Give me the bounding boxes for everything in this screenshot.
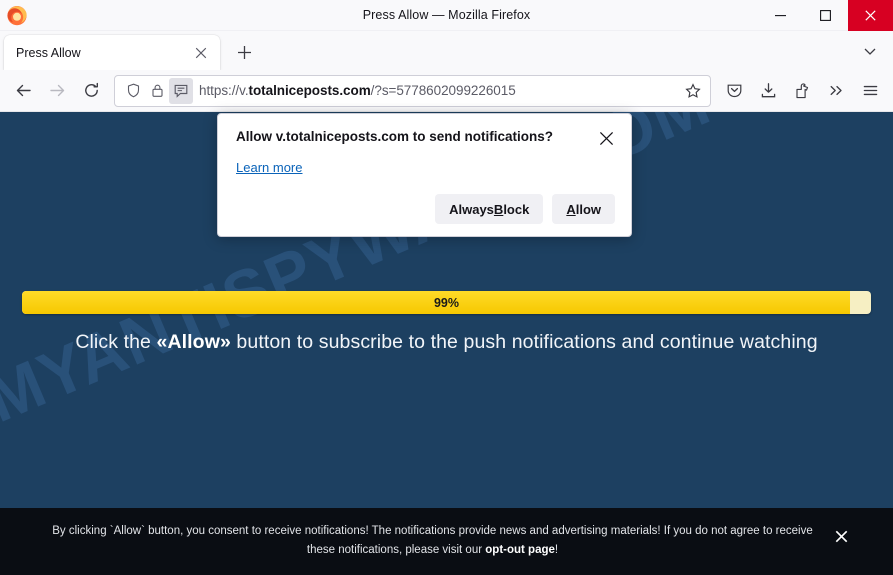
forward-icon[interactable]: [40, 75, 74, 107]
titlebar: Press Allow — Mozilla Firefox: [0, 0, 893, 31]
tab-title: Press Allow: [16, 45, 81, 60]
new-tab-icon[interactable]: [228, 36, 260, 68]
popup-actions: Always Block Allow: [236, 194, 615, 224]
popup-title: Allow v.totalniceposts.com to send notif…: [236, 129, 554, 144]
always-block-accesskey: B: [493, 201, 504, 217]
pocket-icon[interactable]: [717, 75, 751, 107]
allow-accesskey: A: [566, 201, 576, 217]
app-menu-icon[interactable]: [853, 75, 887, 107]
url-text[interactable]: https://v.totalniceposts.com/?s=57786020…: [193, 83, 680, 98]
url-bar[interactable]: https://v.totalniceposts.com/?s=57786020…: [114, 74, 711, 107]
progress-bar: 99%: [22, 291, 871, 314]
headline-before: Click the: [75, 331, 157, 353]
overflow-chevrons-icon[interactable]: [819, 75, 853, 107]
progress-percent-label: 99%: [433, 295, 460, 310]
account-icon[interactable]: [785, 75, 819, 107]
consent-text-part1: By clicking `Allow` button, you consent …: [52, 525, 813, 556]
headline-emphasis: «Allow»: [156, 331, 231, 353]
chevron-down-icon[interactable]: [855, 36, 885, 66]
downloads-icon[interactable]: [751, 75, 785, 107]
firefox-window: Press Allow — Mozilla Firefox Press Allo…: [0, 0, 893, 575]
tracking-protection-shield-icon[interactable]: [121, 78, 145, 104]
url-path: /?s=5778602099226015: [370, 83, 516, 98]
minimize-button[interactable]: [758, 0, 803, 31]
learn-more-link[interactable]: Learn more: [236, 160, 302, 175]
page-headline: Click the «Allow» button to subscribe to…: [0, 331, 893, 354]
connection-lock-icon[interactable]: [145, 78, 169, 104]
bookmark-star-icon[interactable]: [680, 78, 706, 104]
close-window-button[interactable]: [848, 0, 893, 31]
close-banner-icon[interactable]: [831, 526, 851, 546]
popup-header: Allow v.totalniceposts.com to send notif…: [236, 128, 615, 147]
reload-icon[interactable]: [74, 75, 108, 107]
close-tab-icon[interactable]: [190, 42, 212, 64]
always-block-button[interactable]: Always Block: [435, 194, 544, 224]
headline-after: button to subscribe to the push notifica…: [230, 331, 818, 353]
navigation-toolbar: https://v.totalniceposts.com/?s=57786020…: [0, 70, 893, 112]
opt-out-link[interactable]: opt-out page: [485, 544, 555, 556]
allow-suffix: llow: [575, 201, 601, 217]
maximize-button[interactable]: [803, 0, 848, 31]
always-block-prefix: Always: [449, 201, 494, 217]
consent-banner: By clicking `Allow` button, you consent …: [0, 508, 893, 575]
url-scheme: https://: [199, 83, 240, 98]
tab-strip: Press Allow: [0, 31, 893, 70]
consent-text-part2: !: [554, 544, 559, 556]
url-subdomain: v.: [239, 83, 249, 98]
consent-banner-text: By clicking `Allow` button, you consent …: [52, 522, 813, 560]
back-icon[interactable]: [6, 75, 40, 107]
firefox-logo-icon: [5, 3, 29, 27]
browser-tab[interactable]: Press Allow: [4, 35, 220, 70]
notification-permission-icon[interactable]: [169, 77, 193, 104]
url-host: totalniceposts.com: [248, 83, 371, 98]
allow-button[interactable]: Allow: [552, 194, 615, 224]
notification-permission-popup: Allow v.totalniceposts.com to send notif…: [217, 113, 632, 237]
window-controls: [758, 0, 893, 31]
close-popup-icon[interactable]: [597, 129, 615, 147]
always-block-suffix: lock: [503, 201, 530, 217]
